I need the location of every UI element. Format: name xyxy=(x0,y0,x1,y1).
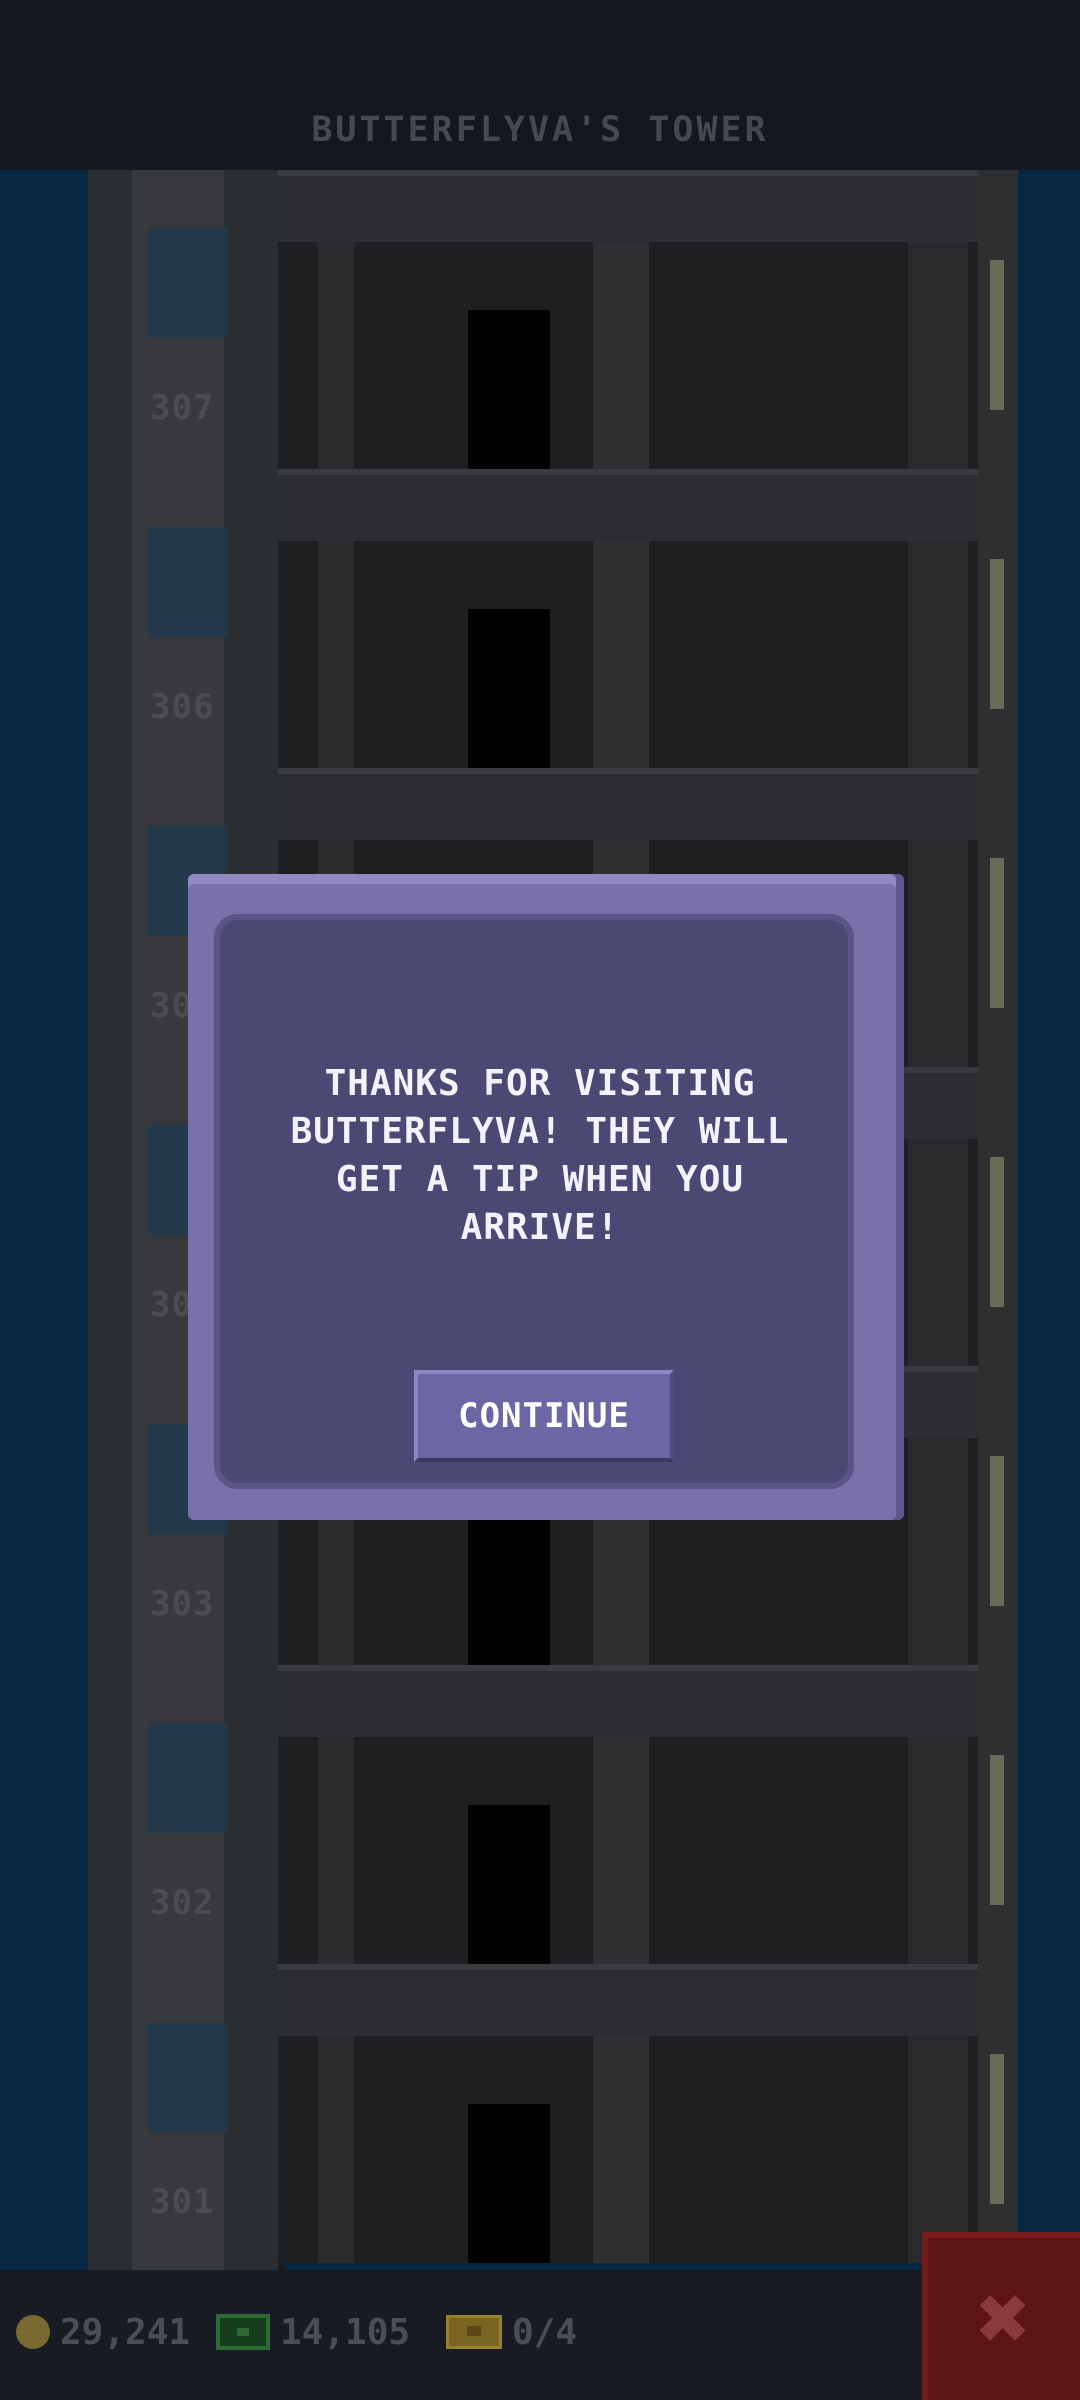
close-icon: ✖ xyxy=(976,2266,1032,2371)
bux-value: 14,105 xyxy=(280,2311,411,2353)
pillar xyxy=(593,541,649,768)
coins-value: 29,241 xyxy=(60,2311,191,2353)
floor: 301 xyxy=(88,1964,1018,2263)
floor-door xyxy=(468,2104,550,2263)
elevator-window xyxy=(148,2022,228,2132)
floor-door xyxy=(468,310,550,469)
bottom-bar: 29,241 14,105 0/4 xyxy=(0,2270,1080,2400)
close-button[interactable]: ✖ xyxy=(922,2232,1080,2400)
floor-number: 306 xyxy=(150,687,215,727)
pillar xyxy=(908,1438,968,1665)
elevator-window xyxy=(148,1723,228,1833)
continue-button[interactable]: CONTINUE xyxy=(414,1370,674,1462)
pillar xyxy=(318,1737,354,1964)
floor-door xyxy=(468,1805,550,1964)
side-light xyxy=(990,559,1004,709)
floor: 307 xyxy=(88,170,1018,469)
floor-number: 301 xyxy=(150,2182,215,2222)
dialog: THANKS FOR VISITING BUTTERFLYVA! THEY WI… xyxy=(188,874,896,1520)
floor-number: 307 xyxy=(150,388,215,428)
floor-number: 303 xyxy=(150,1584,215,1624)
elevator-window xyxy=(148,228,228,338)
coin-icon xyxy=(16,2315,50,2349)
side-light xyxy=(990,1755,1004,1905)
ticket-icon xyxy=(446,2315,502,2349)
floor-door xyxy=(468,1506,550,1665)
bux-stat: 14,105 xyxy=(216,2302,410,2362)
floor: 302 xyxy=(88,1665,1018,1964)
pillar xyxy=(908,1139,968,1366)
pillar xyxy=(593,242,649,469)
pillar xyxy=(593,2036,649,2263)
pillar xyxy=(908,242,968,469)
side-light xyxy=(990,260,1004,410)
pillar xyxy=(908,840,968,1067)
side-light xyxy=(990,1157,1004,1307)
pillar xyxy=(318,541,354,768)
floor: 306 xyxy=(88,469,1018,768)
side-light xyxy=(990,858,1004,1008)
coins-stat: 29,241 xyxy=(16,2302,190,2362)
pillar xyxy=(908,1737,968,1964)
dialog-message: THANKS FOR VISITING BUTTERFLYVA! THEY WI… xyxy=(290,1063,790,1248)
header-bar: BUTTERFLYVA'S TOWER xyxy=(0,0,1080,170)
pillar xyxy=(318,242,354,469)
elevator-window xyxy=(148,527,228,637)
tower-title: BUTTERFLYVA'S TOWER xyxy=(311,110,769,150)
tickets-stat: 0/4 xyxy=(446,2302,577,2362)
pillar xyxy=(908,541,968,768)
side-light xyxy=(990,2054,1004,2204)
pillar xyxy=(908,2036,968,2263)
bux-icon xyxy=(216,2314,270,2350)
dialog-panel: THANKS FOR VISITING BUTTERFLYVA! THEY WI… xyxy=(214,914,854,1489)
pillar xyxy=(318,2036,354,2263)
pillar xyxy=(593,1737,649,1964)
floor-number: 302 xyxy=(150,1883,215,1923)
side-light xyxy=(990,1456,1004,1606)
floor-door xyxy=(468,609,550,768)
tickets-value: 0/4 xyxy=(512,2311,578,2353)
